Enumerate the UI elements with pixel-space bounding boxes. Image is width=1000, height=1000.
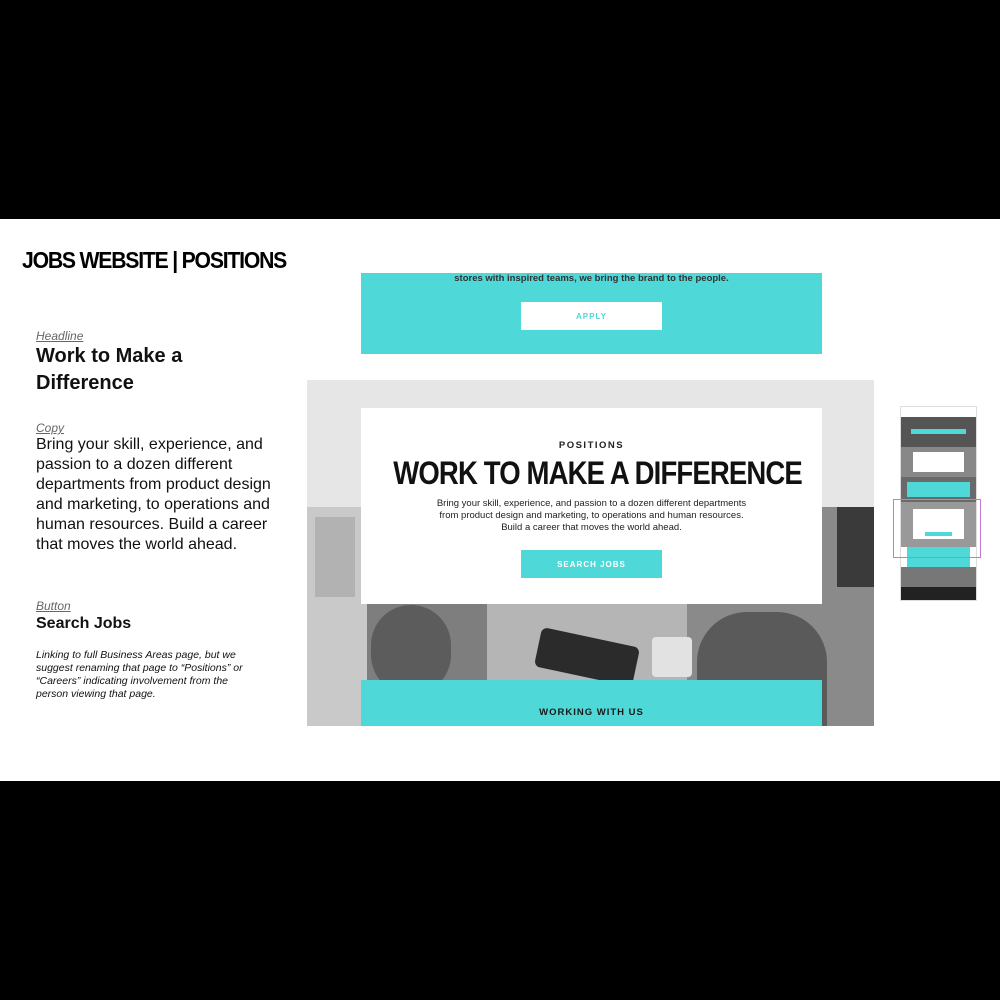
headline-label: Headline: [36, 329, 84, 343]
mockup-hero: POSITIONS WORK TO MAKE A DIFFERENCE Brin…: [307, 380, 874, 726]
next-section-band: WORKING WITH US: [361, 680, 822, 726]
headline-text: Work to Make a Difference: [36, 345, 183, 394]
apply-button[interactable]: APPLY: [521, 302, 662, 330]
mockup-previous-section: stores with inspired teams, we bring the…: [361, 273, 822, 354]
headline-notes: Headline Work to Make a Difference: [36, 329, 286, 397]
hero-headline: WORK TO MAKE A DIFFERENCE: [393, 455, 802, 491]
cut-off-text: stores with inspired teams, we bring the…: [454, 273, 729, 284]
presentation-slide: JOBS WEBSITE | POSITIONS Headline Work t…: [0, 219, 1000, 781]
note-text: Linking to full Business Areas page, but…: [36, 649, 243, 700]
slide-title: JOBS WEBSITE | POSITIONS: [22, 247, 287, 273]
hero-card: POSITIONS WORK TO MAKE A DIFFERENCE Brin…: [361, 408, 822, 604]
copy-notes: Copy Bring your skill, experience, and p…: [36, 421, 286, 555]
button-text: Search Jobs: [36, 615, 132, 632]
implementation-note: Linking to full Business Areas page, but…: [36, 649, 286, 701]
copy-label: Copy: [36, 421, 65, 435]
next-section-title: WORKING WITH US: [539, 707, 644, 718]
copy-text: Bring your skill, experience, and passio…: [36, 436, 271, 553]
hero-body: Bring your skill, experience, and passio…: [436, 498, 747, 533]
button-notes: Button Search Jobs: [36, 599, 286, 633]
current-section-highlight: [893, 499, 981, 558]
search-jobs-button[interactable]: SEARCH JOBS: [521, 550, 662, 578]
hero-kicker: POSITIONS: [558, 440, 625, 451]
button-label: Button: [36, 599, 71, 613]
